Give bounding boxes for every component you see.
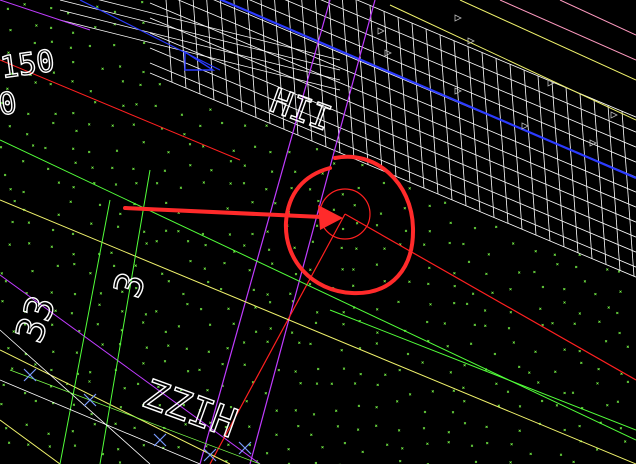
cad-drawing-canvas[interactable]: 150 0 33 3 ZZIH HII <box>0 0 636 464</box>
